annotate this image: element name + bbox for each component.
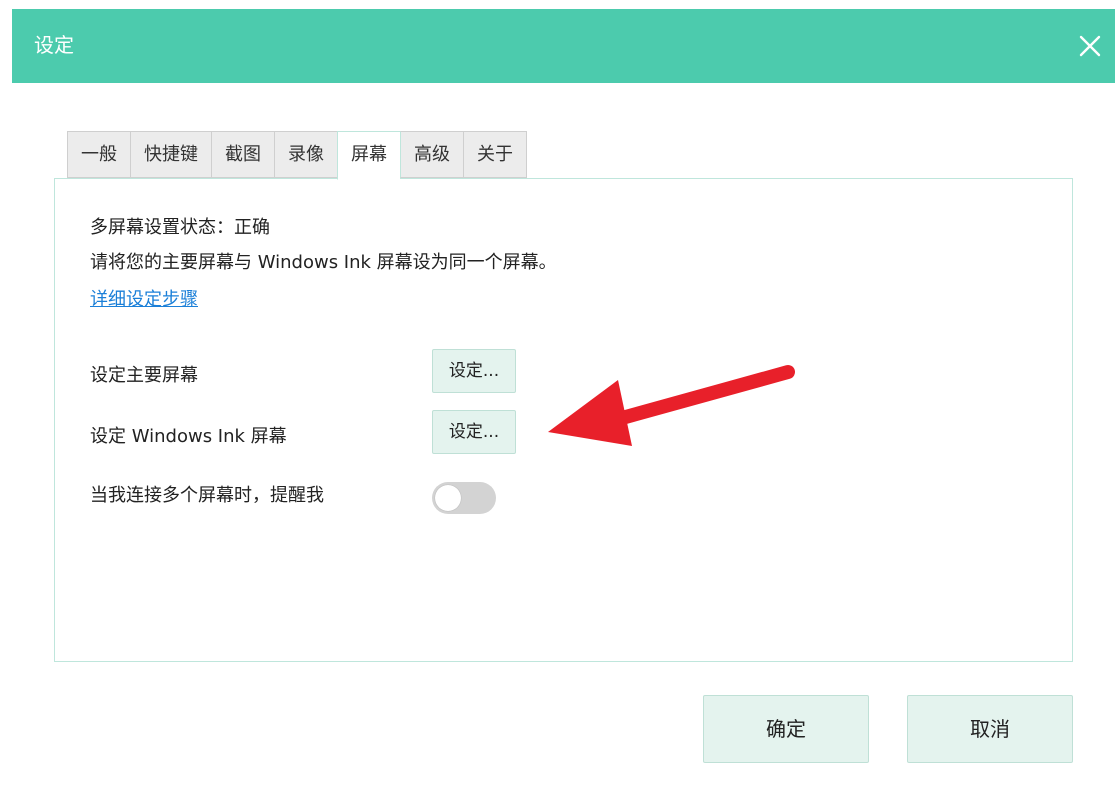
toggle-knob: [435, 485, 461, 511]
tab-screenshot[interactable]: 截图: [211, 131, 274, 178]
primary-screen-label: 设定主要屏幕: [90, 365, 198, 386]
tab-screen[interactable]: 屏幕: [337, 131, 400, 180]
multi-screen-status: 多屏幕设置状态：正确: [90, 217, 270, 238]
ink-screen-label: 设定 Windows Ink 屏幕: [90, 426, 287, 447]
tab-about[interactable]: 关于: [463, 131, 527, 178]
arrow-shaft: [615, 365, 795, 425]
arrow-head: [548, 380, 632, 446]
tab-bar: 一般 快捷键 截图 录像 屏幕 高级 关于: [67, 131, 527, 180]
red-arrow-annotation: [548, 365, 795, 446]
cancel-button[interactable]: 取消: [907, 695, 1073, 763]
instruction-text: 请将您的主要屏幕与 Windows Ink 屏幕设为同一个屏幕。: [90, 252, 557, 273]
close-icon: [1079, 35, 1101, 57]
ok-button[interactable]: 确定: [703, 695, 869, 763]
tab-shortcuts[interactable]: 快捷键: [130, 131, 211, 178]
tab-general[interactable]: 一般: [67, 131, 130, 178]
remind-label: 当我连接多个屏幕时，提醒我: [90, 485, 324, 506]
title-bar: 设定: [12, 9, 1115, 83]
tab-recording[interactable]: 录像: [274, 131, 337, 178]
details-link[interactable]: 详细设定步骤: [90, 287, 198, 313]
set-primary-screen-button[interactable]: 设定...: [432, 349, 516, 393]
set-ink-screen-button[interactable]: 设定...: [432, 410, 516, 454]
window-title: 设定: [34, 33, 74, 57]
remind-toggle[interactable]: [432, 482, 496, 514]
close-button[interactable]: [1073, 29, 1107, 63]
tab-advanced[interactable]: 高级: [400, 131, 463, 178]
